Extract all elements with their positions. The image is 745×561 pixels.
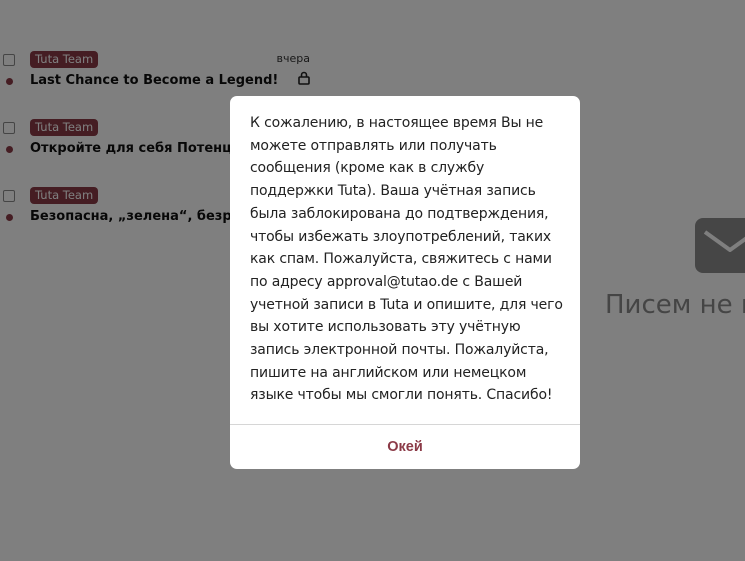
- dialog-message: К сожалению, в настоящее время Вы не мож…: [250, 115, 563, 404]
- ok-button[interactable]: Окей: [230, 425, 580, 469]
- account-locked-dialog: К сожалению, в настоящее время Вы не мож…: [230, 96, 580, 469]
